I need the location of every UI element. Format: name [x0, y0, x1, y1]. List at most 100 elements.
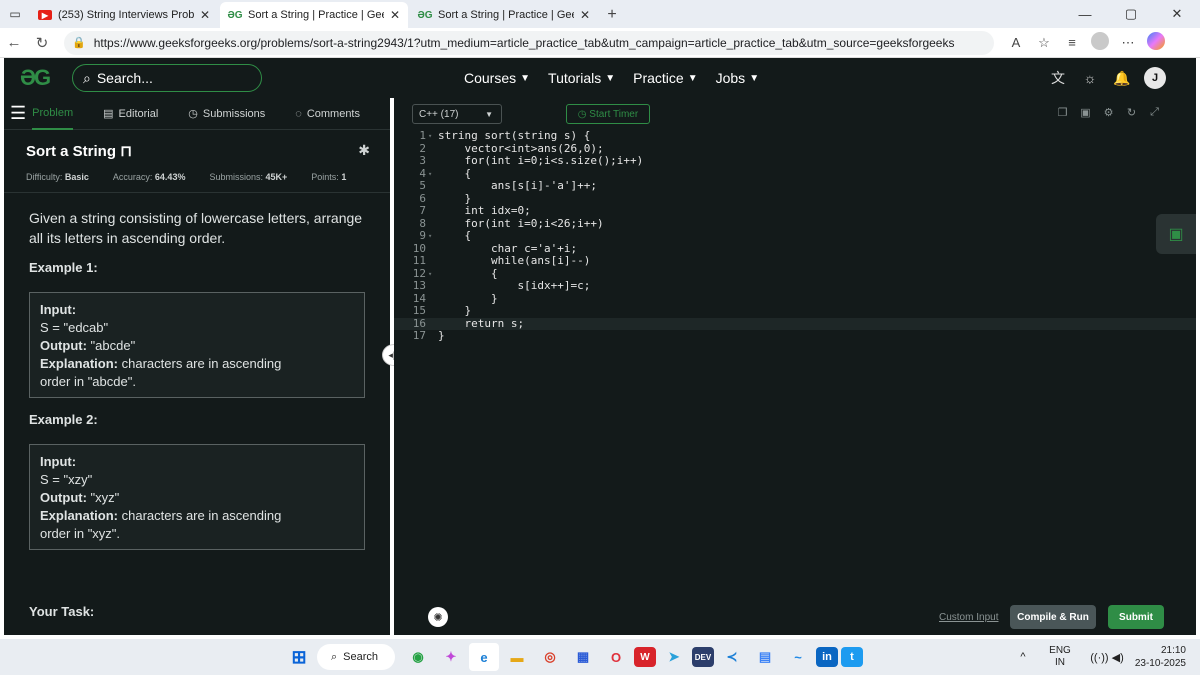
chevron-up-icon[interactable]: ^: [1008, 651, 1038, 663]
clock[interactable]: 21:10 23-10-2025: [1132, 644, 1200, 670]
code-line[interactable]: 17}: [394, 329, 1196, 343]
bookmark-icon[interactable]: ⊓: [120, 143, 132, 160]
close-tab-icon[interactable]: ✕: [390, 8, 400, 22]
code-line[interactable]: 1 ▾ string sort(string s) {: [394, 129, 1196, 143]
code-text: string sort(string s) {: [438, 129, 591, 142]
code-line[interactable]: 16 return s;: [394, 317, 1196, 330]
user-avatar[interactable]: J: [1144, 67, 1166, 89]
hint-lightbulb-icon[interactable]: ✺: [428, 607, 448, 627]
new-tab-button[interactable]: +: [600, 2, 624, 28]
code-area[interactable]: 1 ▾ string sort(string s) {2 vector<int>an…: [394, 129, 1196, 600]
copy-icon[interactable]: ❐: [1051, 106, 1074, 119]
wps-icon[interactable]: W: [634, 647, 656, 667]
file-explorer-icon[interactable]: ▬: [502, 643, 532, 671]
telegram-icon[interactable]: ➤: [659, 643, 689, 671]
fold-toggle-icon[interactable]: ▾: [428, 168, 436, 181]
example-input-label: Input:: [40, 302, 77, 317]
code-line[interactable]: 3 for(int i=0;i<s.size();i++): [394, 154, 1196, 168]
example-input-label: Input:: [40, 454, 77, 469]
nav-courses[interactable]: Courses ▼: [464, 70, 530, 86]
refresh-icon[interactable]: ↻: [28, 34, 56, 52]
nav-practice[interactable]: Practice ▼: [633, 70, 697, 86]
store-icon[interactable]: ▦: [568, 643, 598, 671]
tab-editorial[interactable]: ▤ Editorial: [103, 98, 158, 130]
notification-bell-icon[interactable]: 🔔: [1106, 70, 1138, 87]
opera-icon[interactable]: O: [601, 643, 631, 671]
copilot-icon[interactable]: [1142, 32, 1170, 53]
twitter-icon[interactable]: t: [841, 647, 863, 667]
browser-tab-youtube[interactable]: ▶ (253) String Interviews Problem Sc ✕: [30, 2, 218, 28]
chevron-down-icon: ▼: [520, 72, 531, 84]
language-indicator[interactable]: ENG IN: [1038, 645, 1082, 669]
custom-input-link[interactable]: Custom Input: [939, 612, 998, 623]
close-tab-icon[interactable]: ✕: [200, 8, 210, 22]
hamburger-menu-icon[interactable]: ☰: [4, 103, 32, 124]
whatsapp-icon[interactable]: ◉: [403, 643, 433, 671]
tab-label: Comments: [306, 107, 360, 120]
browser-tab-gfg-active[interactable]: ƏG Sort a String | Practice | GeeksforG …: [220, 2, 408, 28]
code-line[interactable]: 15 }: [394, 304, 1196, 318]
layout-icon[interactable]: ▣: [1074, 106, 1097, 119]
browser-tab-gfg[interactable]: ƏG Sort a String | Practice | GeeksforG …: [410, 2, 598, 28]
wifi-volume-icon[interactable]: ((·)) ◀): [1082, 651, 1132, 664]
linkedin-icon[interactable]: in: [816, 647, 838, 667]
fold-toggle-icon[interactable]: ▾: [428, 130, 436, 143]
gutter-space: [428, 243, 436, 256]
report-bug-icon[interactable]: ✱: [358, 142, 370, 159]
start-timer-button[interactable]: ◷ Start Timer: [566, 104, 650, 124]
site-info-icon[interactable]: 🔒: [72, 36, 86, 49]
favorite-star-icon[interactable]: ☆: [1030, 35, 1058, 51]
url-field[interactable]: 🔒 https://www.geeksforgeeks.org/problems…: [64, 30, 994, 55]
tab-problem[interactable]: Problem: [32, 98, 74, 130]
gutter-space: [428, 305, 436, 318]
settings-icon[interactable]: ⚙: [1097, 106, 1120, 119]
code-line[interactable]: 5 ans[s[i]-'a']++;: [394, 179, 1196, 193]
nav-jobs[interactable]: Jobs ▼: [716, 70, 759, 86]
close-window-icon[interactable]: ✕: [1154, 6, 1200, 22]
minimize-icon[interactable]: —: [1062, 7, 1108, 22]
nav-tutorials[interactable]: Tutorials ▼: [548, 70, 615, 86]
code-line[interactable]: 7 int idx=0;: [394, 204, 1196, 218]
reset-icon[interactable]: ↻: [1120, 106, 1143, 119]
dev-icon[interactable]: DEV: [692, 647, 714, 667]
maximize-icon[interactable]: ▢: [1108, 6, 1154, 22]
chevron-down-icon: ▼: [687, 72, 698, 84]
fold-toggle-icon[interactable]: ▾: [428, 230, 436, 243]
swift-icon[interactable]: ~: [783, 643, 813, 671]
favorites-list-icon[interactable]: ≡: [1058, 35, 1086, 50]
gfg-logo[interactable]: ƏG: [20, 65, 64, 91]
notepad-icon[interactable]: ▤: [750, 643, 780, 671]
code-line[interactable]: 11 while(ans[i]--): [394, 254, 1196, 268]
windows-start-icon[interactable]: ⊞: [284, 643, 314, 671]
nav-label: Courses: [464, 70, 517, 86]
window-menu-icon[interactable]: ▭: [0, 0, 30, 28]
edge-icon[interactable]: e: [469, 643, 499, 671]
compile-run-button[interactable]: Compile & Run: [1010, 605, 1096, 629]
fullscreen-icon[interactable]: ⤢: [1143, 106, 1166, 119]
taskbar-search[interactable]: ⌕ Search: [317, 644, 395, 670]
code-line[interactable]: 13 s[idx++]=c;: [394, 279, 1196, 293]
tab-submissions[interactable]: ◷ Submissions: [188, 98, 265, 130]
vscode-icon[interactable]: ≺: [717, 643, 747, 671]
code-line[interactable]: 14 }: [394, 292, 1196, 306]
back-icon[interactable]: ←: [0, 34, 28, 51]
language-select[interactable]: C++ (17) ▼: [412, 104, 502, 124]
address-bar-row: ← ↻ 🔒 https://www.geeksforgeeks.org/prob…: [0, 28, 1200, 58]
site-search-input[interactable]: ⌕ Search...: [72, 64, 262, 92]
tab-comments[interactable]: ◌ Comments: [295, 98, 360, 130]
theme-toggle-icon[interactable]: ☼: [1074, 70, 1106, 86]
code-line[interactable]: 9 ▾ {: [394, 229, 1196, 243]
chrome-icon[interactable]: ◎: [535, 643, 565, 671]
nav-label: Jobs: [715, 70, 746, 86]
your-task-heading: Your Task:: [29, 604, 95, 619]
copilot-app-icon[interactable]: ✦: [436, 643, 466, 671]
code-line[interactable]: 8 for(int i=0;i<26;i++): [394, 217, 1196, 231]
chat-icon[interactable]: ▣: [1156, 214, 1196, 254]
fold-toggle-icon[interactable]: ▾: [428, 268, 436, 281]
translate-icon[interactable]: 文: [1042, 68, 1074, 88]
profile-icon[interactable]: [1086, 32, 1114, 53]
more-menu-icon[interactable]: ⋯: [1114, 35, 1142, 51]
read-aloud-icon[interactable]: A: [1002, 35, 1030, 50]
close-tab-icon[interactable]: ✕: [580, 8, 590, 22]
submit-button[interactable]: Submit: [1108, 605, 1164, 629]
